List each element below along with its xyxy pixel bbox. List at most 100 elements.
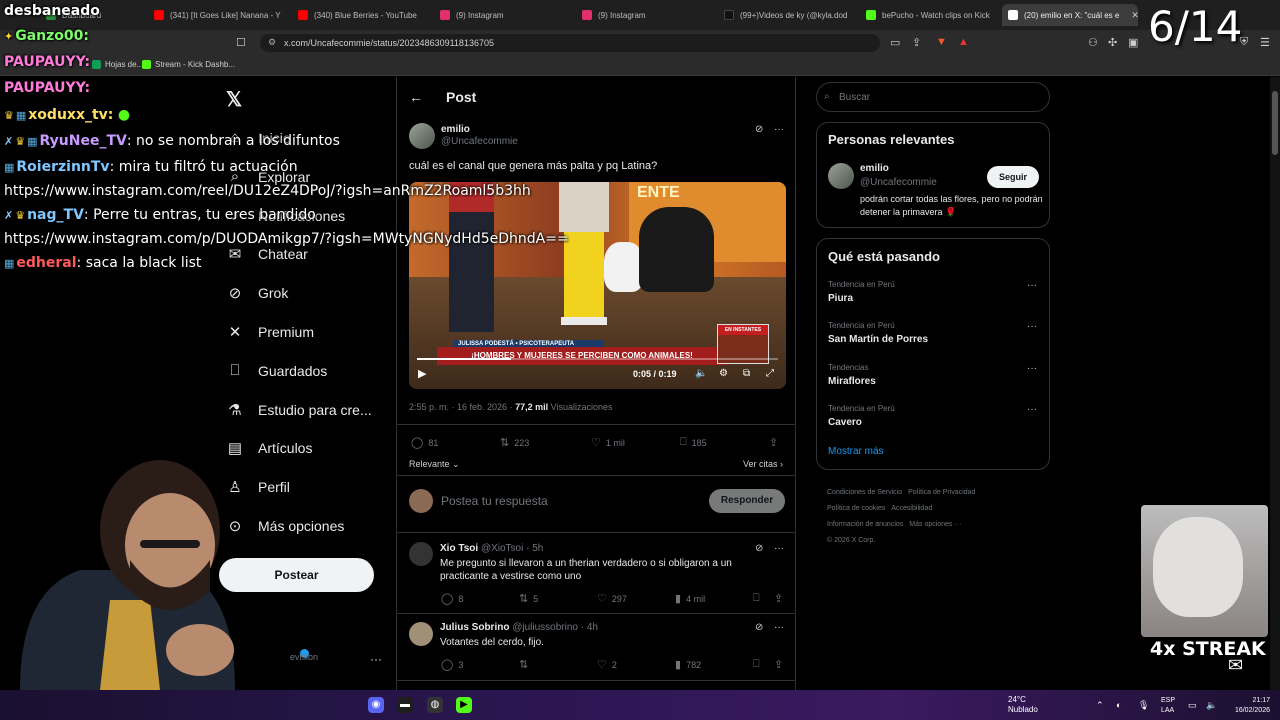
- trend-more-icon[interactable]: ···: [1027, 280, 1037, 291]
- bookmark-icon[interactable]: ☐: [236, 36, 246, 49]
- reply-author[interactable]: Xio Tsoi @XioTsoi · 5h: [440, 543, 543, 554]
- discord-icon[interactable]: ◉: [368, 697, 384, 713]
- reply-input[interactable]: Postea tu respuesta: [441, 494, 548, 508]
- tab-youtube-1[interactable]: (341) [It Goes Like] Nanana - Y: [148, 4, 290, 26]
- relevant-name[interactable]: emilio: [860, 163, 889, 174]
- account-handle[interactable]: evision: [290, 652, 318, 662]
- bookmark-sheets[interactable]: Hojas de...: [92, 60, 143, 69]
- x-logo-icon[interactable]: 𝕏: [226, 87, 242, 112]
- settings-icon[interactable]: ⚙: [719, 368, 728, 379]
- post-more-icon[interactable]: ···: [774, 124, 784, 135]
- sidebar-icon[interactable]: ▣: [1128, 36, 1138, 49]
- relevant-avatar[interactable]: [828, 163, 854, 189]
- back-arrow-icon[interactable]: ←: [409, 89, 423, 105]
- footer-link[interactable]: Condiciones de Servicio: [827, 489, 902, 496]
- account-more-icon[interactable]: ···: [370, 652, 382, 666]
- grok-icon[interactable]: ⊘: [755, 124, 763, 135]
- footer-link[interactable]: Más opciones ···: [909, 521, 961, 528]
- brave-rewards-icon[interactable]: ▲: [958, 36, 969, 48]
- nav-chat[interactable]: ✉ Chatear: [226, 245, 308, 263]
- obs-icon[interactable]: ◍: [427, 697, 443, 713]
- like-action[interactable]: ♡ 1 mil: [591, 436, 625, 449]
- tray-app-icon[interactable]: ◐: [1116, 700, 1121, 710]
- tray-chevron-icon[interactable]: ⌃: [1096, 700, 1104, 711]
- bookmark-action[interactable]: ⎕: [753, 658, 760, 671]
- microphone-icon[interactable]: 🎙: [1138, 700, 1149, 711]
- tab-instagram-1[interactable]: (9) Instagram: [434, 4, 574, 26]
- views-action[interactable]: ▮ 782: [675, 658, 701, 671]
- like-action[interactable]: ♡ 2: [597, 658, 617, 671]
- nav-more[interactable]: ⊙ Más opciones: [226, 517, 345, 535]
- bookmark-action[interactable]: ⎕ 185: [680, 436, 707, 449]
- tab-x-active[interactable]: (20) emilio en X: "cuál es e ✕: [1002, 4, 1138, 26]
- video-progress-bar[interactable]: [417, 358, 778, 360]
- footer-link[interactable]: Información de anuncios: [827, 521, 903, 528]
- share-action[interactable]: ⇪: [774, 658, 783, 671]
- relevant-handle[interactable]: @Uncafecommie: [860, 177, 937, 188]
- video-player[interactable]: ENTE JULISSA PODESTÁ • PSICOTERAPEUTA ¡H…: [409, 182, 786, 389]
- tab-tiktok[interactable]: (99+)Videos de ky (@kyla.dod: [718, 4, 858, 26]
- close-tab-icon[interactable]: ✕: [1131, 10, 1138, 21]
- footer-link[interactable]: Política de Privacidad: [908, 489, 975, 496]
- nav-saved[interactable]: ⎕ Guardados: [226, 362, 327, 379]
- like-action[interactable]: ♡ 297: [597, 592, 627, 605]
- view-quotes-link[interactable]: Ver citas ›: [743, 459, 783, 469]
- show-more-link[interactable]: Mostrar más: [828, 446, 884, 457]
- reply-more-icon[interactable]: ···: [774, 622, 784, 633]
- nav-studio[interactable]: ⚗ Estudio para cre...: [226, 401, 371, 419]
- footer-link[interactable]: Política de cookies: [827, 505, 885, 512]
- url-field[interactable]: ⚙ x.com/Uncafecommie/status/202348630911…: [260, 34, 880, 52]
- reply-action[interactable]: ◯ 8: [441, 592, 463, 605]
- tab-instagram-2[interactable]: (9) Instagram: [576, 4, 716, 26]
- nav-premium[interactable]: ✕ Premium: [226, 323, 314, 341]
- clock[interactable]: 21:17 16/02/2026: [1226, 696, 1270, 716]
- grok-icon[interactable]: ⊘: [755, 622, 763, 633]
- follow-button[interactable]: Seguir: [987, 166, 1039, 188]
- search-input[interactable]: ⌕ Buscar: [816, 82, 1050, 112]
- pip-icon[interactable]: ⧉: [743, 368, 750, 379]
- trend-more-icon[interactable]: ···: [1027, 404, 1037, 415]
- tab-kick[interactable]: bePucho - Watch clips on Kick: [860, 4, 1000, 26]
- terminal-icon[interactable]: ▬: [397, 697, 413, 713]
- repost-action[interactable]: ⇅ 223: [500, 436, 529, 449]
- reply-button[interactable]: Responder: [709, 489, 785, 513]
- weather-widget[interactable]: 24°C Nublado: [1008, 695, 1038, 715]
- kick-icon[interactable]: ▶: [456, 697, 472, 713]
- author-handle[interactable]: @Uncafecommie: [441, 136, 518, 147]
- footer-link[interactable]: Accesibilidad: [891, 505, 932, 512]
- reply-more-icon[interactable]: ···: [774, 543, 784, 554]
- share-icon[interactable]: ⇪: [912, 36, 921, 49]
- repost-action[interactable]: ⇅ 5: [519, 592, 538, 605]
- trend-name[interactable]: Piura: [828, 293, 853, 304]
- network-icon[interactable]: ▭: [1188, 700, 1197, 711]
- puzzle-icon[interactable]: ✣: [1108, 36, 1117, 49]
- volume-icon[interactable]: 🔈: [695, 368, 707, 379]
- author-name[interactable]: emilio: [441, 124, 470, 135]
- brave-shield-icon[interactable]: ▼: [936, 36, 947, 48]
- trend-name[interactable]: Miraflores: [828, 376, 876, 387]
- language-indicator[interactable]: ESP LAA: [1161, 696, 1175, 716]
- cast-icon[interactable]: ▭: [890, 36, 900, 49]
- grok-icon[interactable]: ⊘: [755, 543, 763, 554]
- trend-more-icon[interactable]: ···: [1027, 363, 1037, 374]
- trend-name[interactable]: San Martín de Porres: [828, 334, 928, 345]
- tab-youtube-2[interactable]: (340) Blue Berries - YouTube: [292, 4, 432, 26]
- trend-more-icon[interactable]: ···: [1027, 321, 1037, 332]
- bookmark-kick-dashboard[interactable]: Stream - Kick Dashb...: [142, 60, 235, 69]
- repost-action[interactable]: ⇅: [519, 658, 533, 671]
- post-timestamp[interactable]: 2:55 p. m. · 16 feb. 2026 ·: [409, 402, 513, 412]
- post-button[interactable]: Postear: [219, 558, 374, 592]
- menu-icon[interactable]: ☰: [1260, 36, 1270, 49]
- share-action[interactable]: ⇪: [769, 436, 778, 449]
- reply-avatar[interactable]: [409, 542, 433, 566]
- reply-action[interactable]: ◯ 3: [441, 658, 463, 671]
- reply-action[interactable]: ◯ 81: [411, 436, 438, 449]
- author-avatar[interactable]: [409, 123, 435, 149]
- views-action[interactable]: ▮ 4 mil: [675, 592, 705, 605]
- scrollbar[interactable]: [1270, 77, 1280, 690]
- play-icon[interactable]: ▶: [418, 367, 426, 380]
- bookmark-action[interactable]: ⎕: [753, 592, 760, 605]
- scrollbar-thumb[interactable]: [1272, 91, 1278, 155]
- reply-sort-dropdown[interactable]: Relevante ⌄: [409, 459, 460, 470]
- speaker-icon[interactable]: 🔈: [1206, 700, 1217, 711]
